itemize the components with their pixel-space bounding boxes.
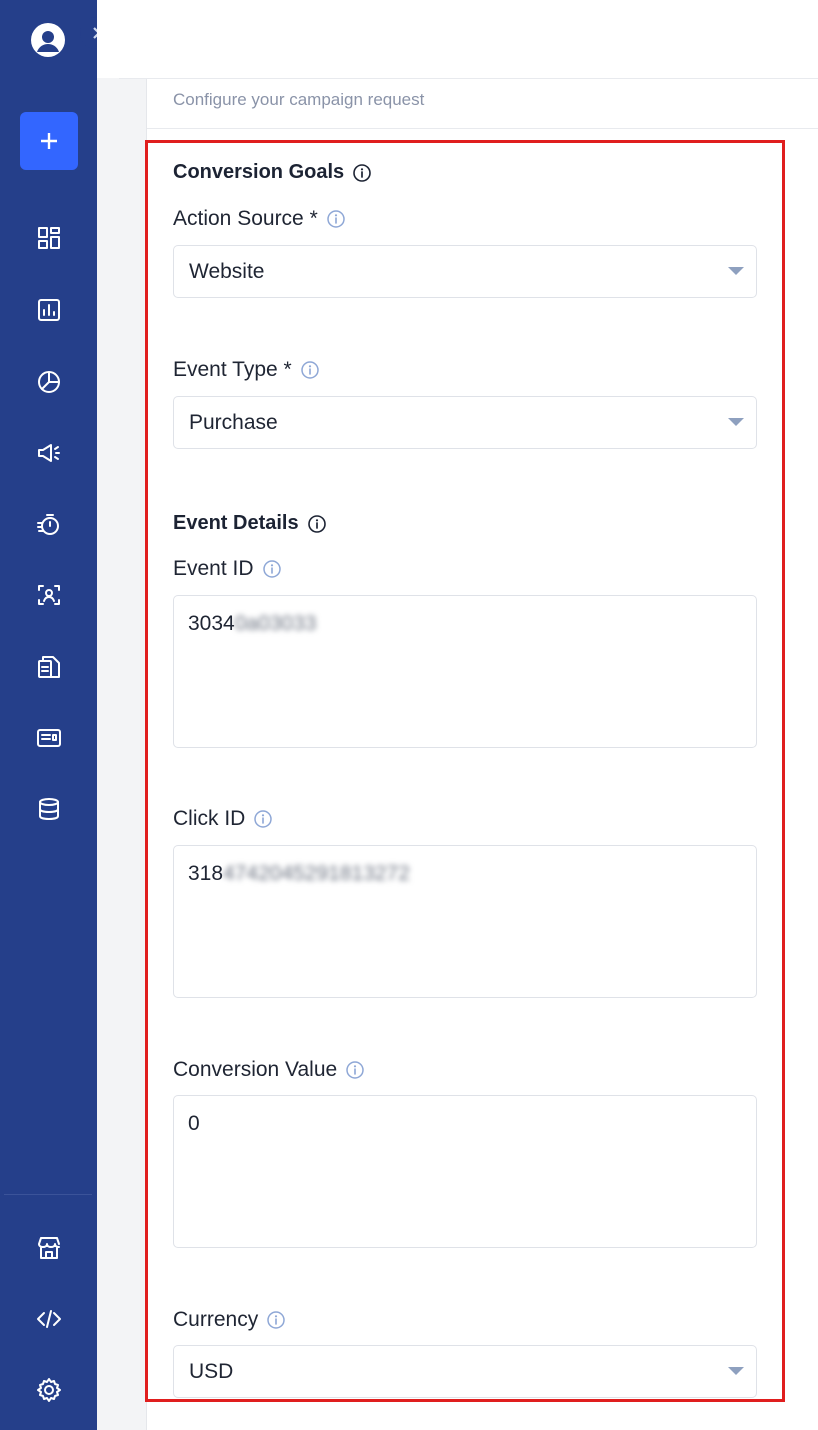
info-icon[interactable]	[300, 360, 320, 380]
event-details-title: Event Details	[173, 512, 299, 534]
info-icon[interactable]	[345, 1060, 365, 1080]
event-type-label: Event Type *	[173, 358, 320, 382]
info-icon[interactable]	[307, 514, 327, 534]
subtitle-divider	[147, 128, 818, 129]
report-chart-icon[interactable]	[24, 290, 74, 330]
megaphone-icon[interactable]	[24, 433, 74, 473]
gear-icon[interactable]	[24, 1370, 74, 1410]
currency-label-text: Currency	[173, 1308, 259, 1331]
event-type-label-text: Event Type *	[173, 358, 292, 381]
panel-subtitle: Configure your campaign request	[173, 90, 425, 109]
currency-label: Currency	[173, 1308, 286, 1332]
documents-icon[interactable]	[24, 647, 74, 687]
dashboard-icon[interactable]	[24, 218, 74, 258]
action-source-value: Website	[189, 259, 265, 283]
currency-select[interactable]: USD	[173, 1345, 757, 1398]
add-button[interactable]	[20, 112, 78, 170]
event-id-label: Event ID	[173, 557, 282, 581]
code-icon[interactable]	[24, 1299, 74, 1339]
info-icon[interactable]	[262, 559, 282, 579]
conversion-value-input[interactable]: 0	[173, 1095, 757, 1248]
event-id-label-text: Event ID	[173, 557, 254, 580]
click-id-input[interactable]: 3184742045291813272	[173, 845, 757, 998]
event-type-value: Purchase	[189, 410, 278, 434]
click-id-label: Click ID	[173, 807, 273, 831]
plus-icon	[41, 133, 57, 149]
event-id-input[interactable]: 30340a03033	[173, 595, 757, 748]
database-icon[interactable]	[24, 789, 74, 829]
store-icon[interactable]	[24, 1228, 74, 1268]
chevron-down-icon	[728, 1367, 744, 1375]
click-id-redacted: 4742045291813272	[223, 862, 410, 885]
conversion-goals-title: Conversion Goals	[173, 161, 345, 183]
click-id-label-text: Click ID	[173, 807, 246, 830]
timer-icon[interactable]	[24, 504, 74, 544]
info-icon[interactable]	[352, 163, 372, 183]
conversion-value-value: 0	[188, 1112, 200, 1135]
chevron-down-icon	[728, 267, 744, 275]
action-source-label: Action Source *	[173, 207, 346, 231]
action-source-label-text: Action Source *	[173, 207, 318, 230]
event-details-heading: Event Details	[173, 512, 327, 535]
info-icon[interactable]	[253, 809, 273, 829]
avatar-icon[interactable]	[30, 22, 66, 58]
info-icon[interactable]	[326, 209, 346, 229]
conversion-value-label-text: Conversion Value	[173, 1058, 338, 1081]
event-type-select[interactable]: Purchase	[173, 396, 757, 449]
chevron-down-icon	[728, 418, 744, 426]
conversion-value-label: Conversion Value	[173, 1058, 365, 1082]
sidebar	[0, 0, 97, 1430]
contact-card-icon[interactable]	[24, 575, 74, 615]
sidebar-divider	[4, 1194, 92, 1195]
pie-chart-icon[interactable]	[24, 362, 74, 402]
currency-value: USD	[189, 1359, 234, 1383]
news-card-icon[interactable]	[24, 718, 74, 758]
info-icon[interactable]	[266, 1310, 286, 1330]
click-id-value: 318	[188, 862, 224, 885]
top-bar	[97, 0, 818, 79]
action-source-select[interactable]: Website	[173, 245, 757, 298]
event-id-redacted: 0a03033	[234, 612, 317, 635]
conversion-goals-heading: Conversion Goals	[173, 161, 372, 184]
content-gutter	[97, 78, 119, 1430]
event-id-value: 3034	[188, 612, 235, 635]
